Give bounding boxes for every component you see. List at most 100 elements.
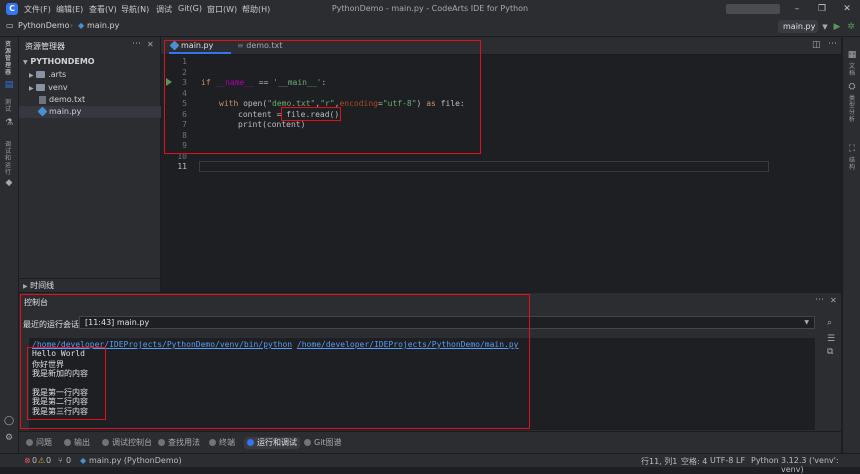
flask-icon[interactable]: ⚗	[3, 117, 15, 129]
problems-icon	[26, 439, 33, 446]
run-debug-icon	[247, 439, 254, 446]
annotation-box-output	[27, 347, 106, 420]
project-root[interactable]: ▼ PYTHONDEMO	[19, 56, 164, 68]
left-activity-bar: 资源管理器 ▤ 测试 ⚗ 调试和运行 ◆ ◯ ⚙	[0, 37, 19, 453]
chevron-right-icon: ▶	[23, 283, 28, 290]
structure-icon[interactable]: ⛶	[846, 143, 858, 155]
panel-title: 资源管理器	[25, 42, 65, 51]
account-icon[interactable]: ◯	[3, 415, 15, 427]
close-panel-icon[interactable]: ✕	[147, 40, 154, 49]
minimize-icon[interactable]: –	[790, 2, 804, 16]
restore-icon[interactable]: ❐	[815, 2, 829, 16]
text-file-icon	[39, 95, 46, 104]
python-file-icon: ◆	[78, 21, 85, 30]
menu-debug[interactable]: 调试	[156, 4, 172, 15]
output-icon	[64, 439, 71, 446]
chevron-right-icon: ▶	[29, 72, 34, 79]
menu-edit[interactable]: 编辑(E)	[56, 4, 83, 15]
tab-problems[interactable]: 问题	[26, 437, 52, 449]
debug-console-icon	[102, 439, 109, 446]
tab-output[interactable]: 输出	[64, 437, 90, 449]
menu-navigate[interactable]: 导航(N)	[121, 4, 149, 15]
run-icon[interactable]: ▶	[831, 21, 843, 33]
more-options-icon[interactable]: ⋯	[828, 39, 837, 49]
breadcrumb-file[interactable]: main.py	[87, 21, 119, 30]
explorer-tool-label[interactable]: 资源管理器	[5, 41, 13, 76]
bottom-tool-tabs: 问题 输出 调试控制台 查找用法 终端 运行和调试 Git图谱	[19, 431, 841, 454]
close-window-icon[interactable]: ✕	[840, 2, 854, 16]
run-configuration-select[interactable]: main.py	[778, 20, 818, 33]
tab-git-graph[interactable]: Git图谱	[304, 437, 342, 449]
explorer-icon[interactable]: ▤	[3, 79, 15, 91]
tab-label: 调试控制台	[112, 438, 152, 447]
document-icon[interactable]: ▦	[846, 49, 858, 61]
debug-tool-label[interactable]: 调试和运行	[5, 141, 13, 176]
close-panel-icon[interactable]: ✕	[830, 296, 837, 305]
inspect-icon[interactable]: ⛭	[846, 81, 858, 93]
line-ending[interactable]: LF	[736, 456, 745, 465]
tree-item-demo-txt[interactable]: demo.txt	[19, 94, 180, 106]
copy-icon[interactable]: ⧉	[827, 347, 833, 357]
tab-label: 输出	[74, 438, 90, 447]
debug-icon[interactable]: ✲	[845, 21, 857, 33]
tree-item-main-py[interactable]: main.py	[19, 106, 180, 118]
python-file-icon	[37, 106, 48, 117]
tree-item-label: demo.txt	[49, 95, 86, 104]
git-graph-icon	[304, 439, 311, 446]
more-options-icon[interactable]: ⋯	[132, 39, 141, 49]
app-logo-icon: C	[6, 3, 18, 15]
search-icon[interactable]: ⌕	[827, 318, 832, 328]
folder-icon	[36, 71, 46, 78]
timeline-section[interactable]: ▶ 时间线	[19, 278, 160, 292]
tree-item-arts[interactable]: ▶ .arts	[19, 69, 170, 81]
tab-terminal[interactable]: 终端	[209, 437, 235, 449]
menu-file[interactable]: 文件(F)	[24, 4, 51, 15]
right-tool-label-a[interactable]: 文档	[849, 63, 857, 77]
chevron-down-icon[interactable]: ▼	[819, 21, 831, 33]
window-title: PythonDemo - main.py - CodeArts IDE for …	[331, 4, 529, 13]
find-usages-icon	[158, 439, 165, 446]
menu-view[interactable]: 查看(V)	[89, 4, 117, 15]
annotation-box-read	[281, 107, 341, 121]
indentation[interactable]: 空格: 4	[681, 456, 707, 467]
error-icon[interactable]: ⊗	[24, 456, 31, 465]
tab-label: Git图谱	[314, 438, 342, 447]
warning-icon[interactable]: ⚠	[38, 456, 45, 465]
tree-item-label: venv	[48, 83, 68, 92]
breadcrumb-project[interactable]: PythonDemo	[18, 21, 70, 30]
status-file[interactable]: main.py (PythonDemo)	[89, 456, 182, 465]
chevron-down-icon: ▼	[804, 319, 809, 326]
tree-item-label: .arts	[48, 70, 67, 79]
test-tool-label[interactable]: 测试	[5, 99, 13, 113]
menu-window[interactable]: 窗口(W)	[207, 4, 237, 15]
tab-find-usages[interactable]: 查找用法	[158, 437, 200, 449]
cursor-position[interactable]: 行11, 列1	[641, 456, 677, 467]
project-panel: 资源管理器 ⋯ ✕ ▼ PYTHONDEMO ▶ .arts ▶ venv de…	[19, 37, 180, 292]
current-line-highlight	[199, 161, 769, 172]
right-tool-label-b[interactable]: 类型分析	[849, 95, 857, 123]
tab-debug-console[interactable]: 调试控制台	[102, 437, 152, 449]
menu-help[interactable]: 帮助(H)	[242, 4, 270, 15]
python-interpreter[interactable]: 3.12.3 ('venv': venv)	[781, 456, 860, 474]
python-file-icon: ◆	[80, 456, 87, 465]
menu-git[interactable]: Git(G)	[178, 4, 202, 13]
tab-label: 终端	[219, 438, 235, 447]
git-icon[interactable]: ⑂	[58, 456, 63, 465]
gear-icon[interactable]: ⚙	[3, 432, 15, 444]
chevron-down-icon: ▼	[23, 59, 28, 66]
right-tool-label-c[interactable]: 结构	[849, 157, 857, 171]
language-mode[interactable]: Python	[751, 456, 779, 465]
tree-item-venv[interactable]: ▶ venv	[19, 82, 170, 94]
diamond-icon[interactable]: ◆	[3, 177, 15, 189]
toolbar: ▭ PythonDemo › ◆ main.py main.py ▼ ▶ ✲	[0, 18, 860, 37]
wrap-lines-icon[interactable]: ☰	[827, 334, 835, 344]
status-bar: ⊗ 0 ⚠ 0 ⑂ 0 ◆ main.py (PythonDemo) 行11, …	[0, 453, 860, 474]
tab-run-debug[interactable]: 运行和调试	[244, 437, 300, 449]
more-options-icon[interactable]: ⋯	[815, 295, 824, 305]
annotation-box-code	[164, 40, 481, 154]
breadcrumb-separator-icon: ›	[70, 21, 74, 30]
split-editor-icon[interactable]: ◫	[812, 40, 821, 50]
file-encoding[interactable]: UTF-8	[710, 456, 733, 465]
timeline-label: 时间线	[30, 281, 55, 290]
project-root-label: PYTHONDEMO	[30, 57, 95, 66]
